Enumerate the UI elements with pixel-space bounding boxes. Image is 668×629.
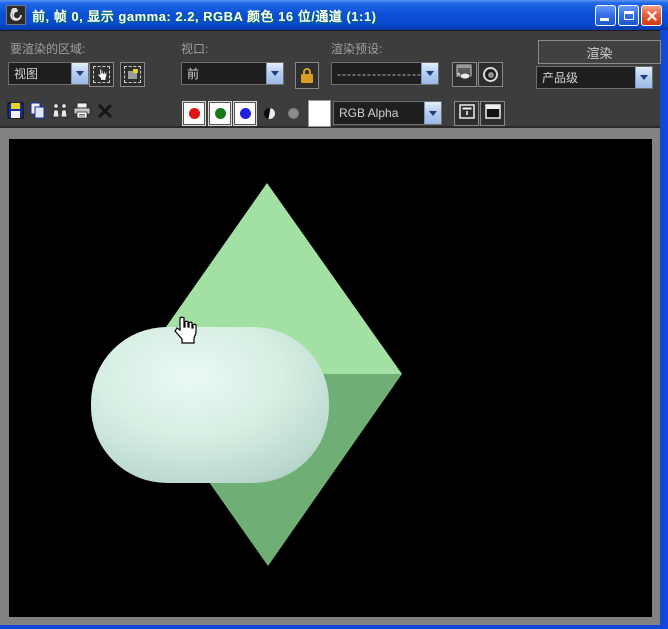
auto-region-button[interactable] <box>120 62 145 87</box>
capsule-object <box>91 327 329 483</box>
titlebar[interactable]: 前, 帧 0, 显示 gamma: 2.2, RGBA 颜色 16 位/通道 (… <box>0 0 668 30</box>
toggle-ui-button[interactable] <box>480 101 505 126</box>
display-channel-value: RGB Alpha <box>339 106 416 120</box>
environment-dialog-button[interactable] <box>478 62 503 87</box>
red-channel-button[interactable] <box>182 101 206 126</box>
area-to-render-label: 要渲染的区域: <box>10 40 85 57</box>
alpha-channel-icon <box>288 108 299 119</box>
dropdown-arrow-icon[interactable] <box>421 63 438 84</box>
blue-channel-button[interactable] <box>233 101 257 126</box>
background-color-swatch[interactable] <box>308 100 331 127</box>
render-setup-icon <box>456 64 473 85</box>
monochrome-icon <box>264 108 275 119</box>
save-image-button[interactable] <box>4 101 26 125</box>
render-preset-dropdown[interactable]: ------------------------- <box>331 62 439 85</box>
clone-window-button[interactable] <box>49 101 71 125</box>
green-channel-icon <box>215 108 226 119</box>
monochrome-button[interactable] <box>259 101 279 126</box>
auto-region-icon <box>124 66 141 83</box>
print-image-button[interactable] <box>71 101 93 125</box>
copy-icon <box>29 102 46 124</box>
red-channel-icon <box>189 108 200 119</box>
dropdown-arrow-icon[interactable] <box>266 63 283 84</box>
alpha-channel-button[interactable] <box>283 101 303 126</box>
toggle-overlays-icon <box>459 104 475 124</box>
render-button[interactable]: 渲染 <box>538 40 661 64</box>
rendered-frame-window: 前, 帧 0, 显示 gamma: 2.2, RGBA 颜色 16 位/通道 (… <box>0 0 668 629</box>
render-setup-button[interactable] <box>452 62 477 87</box>
maximize-button[interactable] <box>618 5 639 26</box>
green-channel-button[interactable] <box>208 101 232 126</box>
render-quality-value: 产品级 <box>542 69 596 86</box>
save-icon <box>7 102 24 124</box>
minimize-icon <box>600 18 609 21</box>
environment-icon <box>483 67 498 82</box>
dropdown-arrow-icon[interactable] <box>635 67 652 88</box>
client-area: 要渲染的区域: 视口: 渲染预设: 视图 <box>0 30 660 625</box>
clone-window-icon <box>51 103 69 124</box>
area-to-render-value: 视图 <box>14 65 56 82</box>
toolbar: 要渲染的区域: 视口: 渲染预设: 视图 <box>0 30 660 128</box>
dropdown-arrow-icon[interactable] <box>71 63 88 84</box>
window-icon <box>6 5 26 25</box>
viewport-value: 前 <box>187 65 217 82</box>
viewport-dropdown[interactable]: 前 <box>181 62 284 85</box>
clear-button[interactable] <box>94 101 116 125</box>
copy-image-button[interactable] <box>26 101 48 125</box>
area-to-render-dropdown[interactable]: 视图 <box>8 62 89 85</box>
print-icon <box>73 102 92 124</box>
close-button[interactable] <box>641 5 662 26</box>
viewport-lock-icon <box>301 74 313 83</box>
lock-viewport-button[interactable] <box>295 62 319 89</box>
dropdown-arrow-icon[interactable] <box>424 102 441 124</box>
toggle-ui-icon <box>485 104 501 124</box>
display-channel-dropdown[interactable]: RGB Alpha <box>333 101 442 125</box>
viewport-label: 视口: <box>181 40 208 57</box>
toggle-overlays-button[interactable] <box>454 101 479 126</box>
render-preset-label: 渲染预设: <box>331 40 382 57</box>
render-canvas[interactable] <box>9 139 652 617</box>
clear-icon <box>97 103 113 124</box>
minimize-button[interactable] <box>595 5 616 26</box>
edit-region-button[interactable] <box>89 62 114 87</box>
edit-region-icon <box>93 66 110 83</box>
window-title: 前, 帧 0, 显示 gamma: 2.2, RGBA 颜色 16 位/通道 (… <box>32 6 591 25</box>
blue-channel-icon <box>240 108 251 119</box>
window-controls <box>595 5 662 26</box>
render-quality-dropdown[interactable]: 产品级 <box>536 66 653 89</box>
maximize-icon <box>624 11 634 20</box>
